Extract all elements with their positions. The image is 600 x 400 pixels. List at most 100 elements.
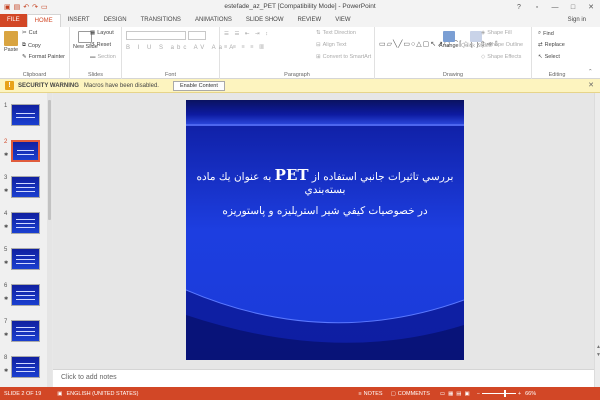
effects-icon: ◇ xyxy=(481,54,486,60)
notes-toggle[interactable]: NOTES xyxy=(364,391,383,397)
tab-slide-show[interactable]: SLIDE SHOW xyxy=(239,14,291,27)
zoom-slider[interactable] xyxy=(481,390,516,397)
align-text-button[interactable]: ⊟ Align Text xyxy=(316,42,346,48)
zoom-level[interactable]: 66% xyxy=(525,391,536,397)
thumbnail-row[interactable]: 1 xyxy=(0,103,48,133)
paste-button[interactable]: Paste xyxy=(4,31,18,53)
arrange-button[interactable]: Arrange xyxy=(439,31,459,49)
tab-transitions[interactable]: TRANSITIONS xyxy=(134,14,188,27)
slide-wave-decoration xyxy=(186,289,464,360)
zoom-slider-handle[interactable] xyxy=(503,390,506,397)
layout-button[interactable]: ▦ Layout xyxy=(90,30,114,36)
slide-thumbnail-selected[interactable] xyxy=(11,140,40,162)
format-painter-button[interactable]: ✎ Format Painter xyxy=(22,54,65,60)
select-button[interactable]: ↖ Select xyxy=(538,54,560,60)
list-buttons[interactable]: ☰ ☰ ⇤ ⇥ ↕ xyxy=(224,31,270,37)
slide-thumbnail[interactable] xyxy=(11,320,40,342)
current-slide[interactable]: بررسي تاثيرات جانبي استفاده از PET به عن… xyxy=(186,100,464,360)
slideshow-icon[interactable]: ▭ xyxy=(41,3,48,11)
notes-pane[interactable]: Click to add notes xyxy=(53,369,594,387)
text-direction-button[interactable]: ⇅ Text Direction xyxy=(316,30,356,36)
thumbnail-number: 7 xyxy=(4,319,8,325)
zoom-out-icon[interactable]: − xyxy=(477,391,480,397)
slide-thumbnail[interactable] xyxy=(11,176,40,198)
thumbnail-row[interactable]: 5 ✱ xyxy=(0,247,48,277)
status-bar: SLIDE 2 OF 19 ▣ ENGLISH (UNITED STATES) … xyxy=(0,387,600,400)
shape-outline-button[interactable]: ▢ Shape Outline xyxy=(481,42,523,48)
section-button[interactable]: ▬ Section xyxy=(90,54,116,60)
tab-home[interactable]: HOME xyxy=(26,14,61,27)
find-button[interactable]: ⌕ Find xyxy=(538,30,554,37)
fill-icon: ◈ xyxy=(481,30,486,36)
thumbnail-row[interactable]: 2 ✱ xyxy=(0,139,48,169)
close-icon[interactable]: ✕ xyxy=(582,0,600,14)
animation-star-icon: ✱ xyxy=(4,224,9,230)
help-icon[interactable]: ? xyxy=(510,0,528,14)
thumbnail-scrollbar-thumb[interactable] xyxy=(48,100,51,220)
animation-star-icon: ✱ xyxy=(4,332,9,338)
thumbnail-row[interactable]: 4 ✱ xyxy=(0,211,48,241)
undo-icon[interactable]: ↶ xyxy=(23,3,29,11)
replace-button[interactable]: ⇄ Replace xyxy=(538,42,565,48)
slide-title-line-2[interactable]: در خصوصيات كيفي شير استريليزه و پاستوريز… xyxy=(186,205,464,217)
notes-icon: ≡ xyxy=(358,390,362,397)
font-name-field[interactable] xyxy=(126,31,186,40)
convert-smartart-button[interactable]: ⊞ Convert to SmartArt xyxy=(316,54,371,60)
ribbon-tabs: FILE HOME INSERT DESIGN TRANSITIONS ANIM… xyxy=(0,14,600,27)
font-size-field[interactable] xyxy=(188,31,206,40)
reset-icon: ↺ xyxy=(90,42,95,48)
security-warning-message: Macros have been disabled. xyxy=(83,82,159,89)
zoom-in-icon[interactable]: + xyxy=(518,391,521,397)
tab-insert[interactable]: INSERT xyxy=(61,14,97,27)
align-buttons[interactable]: ≡ ≡ ≡ ≡ ▥ xyxy=(224,44,266,50)
tab-animations[interactable]: ANIMATIONS xyxy=(188,14,239,27)
slide-thumbnail[interactable] xyxy=(11,248,40,270)
enable-content-button[interactable]: Enable Content xyxy=(172,80,225,91)
scissors-icon: ✂ xyxy=(22,30,27,36)
animation-star-icon: ✱ xyxy=(4,260,9,266)
slide-thumbnail[interactable] xyxy=(11,356,40,378)
redo-icon[interactable]: ↷ xyxy=(32,3,38,11)
view-buttons[interactable]: ▭▦▤▣ xyxy=(440,391,473,397)
replace-icon: ⇄ xyxy=(538,42,543,48)
slide-thumbnail[interactable] xyxy=(11,212,40,234)
collapse-ribbon-icon[interactable]: ⌃ xyxy=(588,69,593,75)
thumbnail-row[interactable]: 6 ✱ xyxy=(0,283,48,313)
cut-button[interactable]: ✂ Cut xyxy=(22,30,37,36)
copy-icon: ⧉ xyxy=(22,42,26,48)
close-warning-icon[interactable]: ✕ xyxy=(588,81,594,89)
thumbnail-row[interactable]: 8 ✱ xyxy=(0,355,48,385)
sign-in-link[interactable]: Sign in xyxy=(568,17,586,23)
thumbnail-row[interactable]: 7 ✱ xyxy=(0,319,48,349)
tab-file[interactable]: FILE xyxy=(0,14,27,27)
language-indicator[interactable]: ENGLISH (UNITED STATES) xyxy=(67,391,139,397)
save-icon[interactable]: ▤ xyxy=(14,3,21,11)
page-nav-arrows-icon[interactable]: ▲ ▼ xyxy=(596,343,600,359)
security-warning-title: SECURITY WARNING xyxy=(18,82,79,89)
shapes-gallery[interactable]: ▭▱╲╱▭○△▢↖↗⬠⌒⌈☆{ }⇧⇨⇩ xyxy=(379,29,499,61)
app-icon: ▣ xyxy=(4,4,11,11)
tab-review[interactable]: REVIEW xyxy=(291,14,329,27)
maximize-icon[interactable]: □ xyxy=(564,0,582,14)
canvas-scrollbar[interactable]: ▲ ▼ xyxy=(594,93,600,387)
tab-view[interactable]: VIEW xyxy=(328,14,357,27)
shape-effects-button[interactable]: ◇ Shape Effects xyxy=(481,54,521,60)
thumbnail-number: 4 xyxy=(4,211,8,217)
spellcheck-icon[interactable]: ▣ xyxy=(57,391,62,397)
shape-fill-button[interactable]: ◈ Shape Fill xyxy=(481,30,512,36)
animation-star-icon: ✱ xyxy=(4,368,9,374)
thumbnail-row[interactable]: 3 ✱ xyxy=(0,175,48,205)
copy-button[interactable]: ⧉ Copy xyxy=(22,42,41,49)
slide-thumbnail[interactable] xyxy=(11,104,40,126)
slide-thumbnail[interactable] xyxy=(11,284,40,306)
brush-icon: ✎ xyxy=(22,54,27,60)
ribbon-options-icon[interactable]: ▫ xyxy=(528,0,546,14)
slide-title-line-1[interactable]: بررسي تاثيرات جانبي استفاده از PET به عن… xyxy=(186,166,464,196)
thumbnail-number: 3 xyxy=(4,175,8,181)
tab-design[interactable]: DESIGN xyxy=(97,14,134,27)
powerpoint-window: ▣ ▤ ↶ ↷ ▭ estefade_az_PET [Compatibility… xyxy=(0,0,600,400)
smartart-icon: ⊞ xyxy=(316,54,321,60)
minimize-icon[interactable]: — xyxy=(546,0,564,14)
comments-toggle[interactable]: COMMENTS xyxy=(398,391,430,397)
reset-button[interactable]: ↺ Reset xyxy=(90,42,111,48)
